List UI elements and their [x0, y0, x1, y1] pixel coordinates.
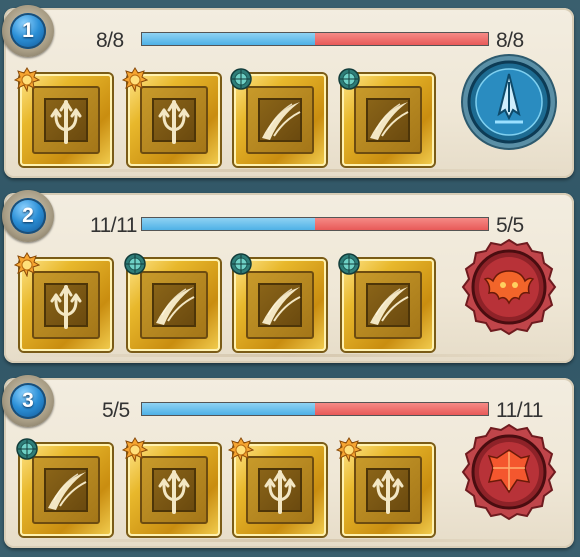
team-row-1: 1 8/8 8/8	[2, 5, 574, 178]
right-count: 8/8	[496, 29, 524, 52]
bar-blue-segment	[142, 218, 315, 230]
blue-crystal-medal-icon[interactable]	[459, 52, 559, 152]
bar-blue-segment	[142, 403, 315, 415]
skill-slot[interactable]	[128, 259, 220, 351]
bar-red-segment	[315, 218, 488, 230]
row-number: 2	[10, 198, 46, 234]
right-count: 11/11	[496, 399, 543, 422]
row-number-badge: 1	[2, 5, 54, 57]
skill-slot[interactable]	[234, 444, 326, 536]
orange-gem-icon	[336, 436, 362, 462]
versus-bar	[141, 32, 489, 46]
orange-gem-icon	[14, 251, 40, 277]
slash-icon	[140, 271, 208, 339]
teal-gem-icon	[14, 436, 40, 462]
slash-icon	[246, 271, 314, 339]
skill-slot[interactable]	[342, 259, 434, 351]
right-count: 5/5	[496, 214, 524, 237]
teal-gem-icon	[336, 251, 362, 277]
slash-icon	[246, 86, 314, 154]
row-number: 1	[10, 13, 46, 49]
row-number: 3	[10, 383, 46, 419]
teal-gem-icon	[122, 251, 148, 277]
skill-slot[interactable]	[342, 74, 434, 166]
skill-slot[interactable]	[20, 259, 112, 351]
skill-slot[interactable]	[128, 74, 220, 166]
slash-icon	[354, 271, 422, 339]
skill-slot[interactable]	[20, 74, 112, 166]
orange-gem-icon	[14, 66, 40, 92]
red-crystal-medal-icon[interactable]	[459, 422, 559, 522]
teal-gem-icon	[228, 251, 254, 277]
slash-icon	[354, 86, 422, 154]
trident-icon	[32, 271, 100, 339]
bar-red-segment	[315, 403, 488, 415]
left-count: 5/5	[102, 399, 130, 422]
teal-gem-icon	[336, 66, 362, 92]
versus-bar	[141, 402, 489, 416]
skill-slot[interactable]	[234, 259, 326, 351]
versus-bar	[141, 217, 489, 231]
orange-gem-icon	[122, 66, 148, 92]
red-demon-medal-icon[interactable]	[459, 237, 559, 337]
left-count: 8/8	[96, 29, 124, 52]
trident-icon	[140, 86, 208, 154]
orange-gem-icon	[122, 436, 148, 462]
bar-blue-segment	[142, 33, 315, 45]
trident-icon	[246, 456, 314, 524]
left-count: 11/11	[90, 214, 137, 237]
slash-icon	[32, 456, 100, 524]
trident-icon	[140, 456, 208, 524]
skill-slot[interactable]	[234, 74, 326, 166]
teal-gem-icon	[228, 66, 254, 92]
row-number-badge: 2	[2, 190, 54, 242]
trident-icon	[32, 86, 100, 154]
skill-slot[interactable]	[20, 444, 112, 536]
skill-slot[interactable]	[128, 444, 220, 536]
trident-icon	[354, 456, 422, 524]
orange-gem-icon	[228, 436, 254, 462]
team-row-3: 3 5/5 11/11	[2, 375, 574, 548]
row-number-badge: 3	[2, 375, 54, 427]
team-row-2: 2 11/11 5/5	[2, 190, 574, 363]
skill-slot[interactable]	[342, 444, 434, 536]
bar-red-segment	[315, 33, 488, 45]
